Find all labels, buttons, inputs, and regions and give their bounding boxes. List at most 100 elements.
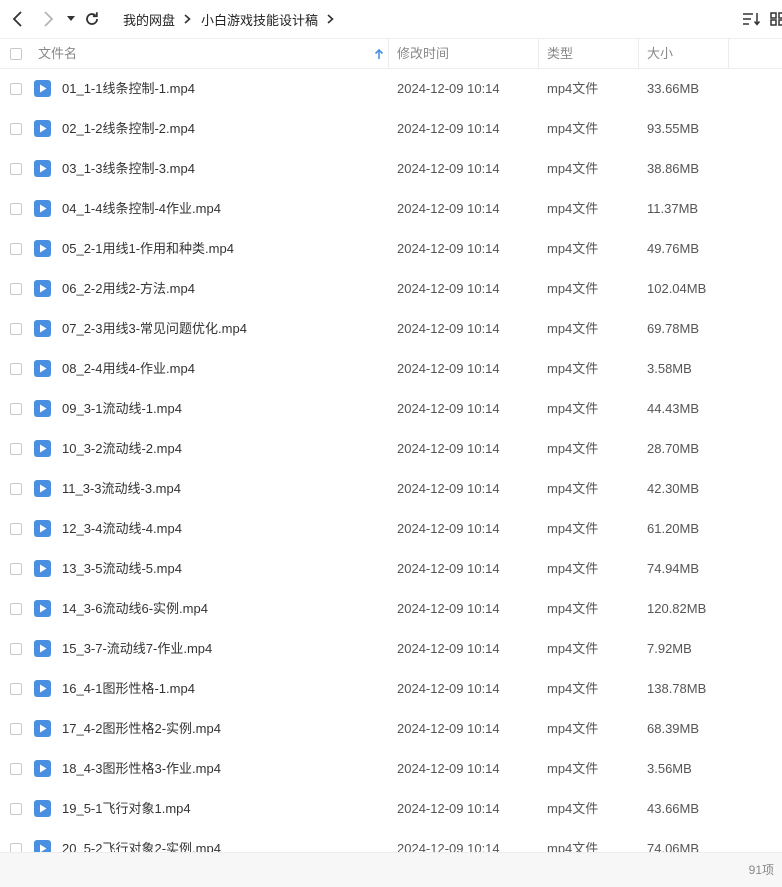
breadcrumb-item-current[interactable]: 小白游戏技能设计稿 <box>201 10 318 29</box>
history-dropdown-button[interactable] <box>64 11 78 27</box>
file-type: mp4文件 <box>547 161 599 176</box>
row-checkbox[interactable] <box>10 443 22 455</box>
video-file-icon <box>34 320 51 337</box>
column-header-type[interactable]: 类型 <box>547 39 637 68</box>
file-row[interactable]: 19_5-1飞行对象1.mp4 2024-12-09 10:14 mp4文件 43.6… <box>0 789 782 829</box>
file-modified-time: 2024-12-09 10:14 <box>397 281 500 296</box>
file-type: mp4文件 <box>547 441 599 456</box>
file-size: 3.58MB <box>647 361 692 376</box>
file-row[interactable]: 02_1-2线条控制-2.mp4 2024-12-09 10:14 mp4文件 93.… <box>0 109 782 149</box>
file-modified-time: 2024-12-09 10:14 <box>397 161 500 176</box>
file-row[interactable]: 15_3-7-流动线7-作业.mp4 2024-12-09 10:14 mp4文件 7… <box>0 629 782 669</box>
file-name[interactable]: 07_2-3用线3-常见问题优化.mp4 <box>62 309 247 349</box>
row-checkbox[interactable] <box>10 603 22 615</box>
sort-button[interactable] <box>741 10 761 28</box>
file-row[interactable]: 03_1-3线条控制-3.mp4 2024-12-09 10:14 mp4文件 38.… <box>0 149 782 189</box>
video-file-icon <box>34 600 51 617</box>
file-modified-time: 2024-12-09 10:14 <box>397 721 500 736</box>
row-checkbox[interactable] <box>10 283 22 295</box>
file-name[interactable]: 16_4-1图形性格-1.mp4 <box>62 669 195 709</box>
row-checkbox[interactable] <box>10 643 22 655</box>
row-checkbox[interactable] <box>10 243 22 255</box>
row-checkbox[interactable] <box>10 483 22 495</box>
video-file-icon <box>34 240 51 257</box>
file-row[interactable]: 18_4-3图形性格3-作业.mp4 2024-12-09 10:14 mp4文件 3… <box>0 749 782 789</box>
file-row[interactable]: 04_1-4线条控制-4作业.mp4 2024-12-09 10:14 mp4文件 1… <box>0 189 782 229</box>
file-name[interactable]: 13_3-5流动线-5.mp4 <box>62 549 182 589</box>
column-divider[interactable] <box>638 39 639 68</box>
file-name[interactable]: 20_5-2飞行对象2-实例.mp4 <box>62 829 221 852</box>
select-all-checkbox[interactable] <box>10 48 22 60</box>
view-mode-button[interactable] <box>770 10 782 28</box>
row-checkbox[interactable] <box>10 83 22 95</box>
file-name[interactable]: 10_3-2流动线-2.mp4 <box>62 429 182 469</box>
file-type: mp4文件 <box>547 641 599 656</box>
file-row[interactable]: 06_2-2用线2-方法.mp4 2024-12-09 10:14 mp4文件 102… <box>0 269 782 309</box>
file-name[interactable]: 12_3-4流动线-4.mp4 <box>62 509 182 549</box>
column-divider[interactable] <box>388 39 389 68</box>
file-name[interactable]: 06_2-2用线2-方法.mp4 <box>62 269 195 309</box>
file-name[interactable]: 03_1-3线条控制-3.mp4 <box>62 149 195 189</box>
forward-button[interactable] <box>38 9 58 29</box>
column-divider[interactable] <box>538 39 539 68</box>
video-file-icon <box>34 720 51 737</box>
back-button[interactable] <box>8 9 28 29</box>
file-size: 68.39MB <box>647 721 700 736</box>
row-checkbox[interactable] <box>10 523 22 535</box>
file-name[interactable]: 04_1-4线条控制-4作业.mp4 <box>62 189 221 229</box>
column-header-modified[interactable]: 修改时间 <box>397 39 537 68</box>
file-size: 102.04MB <box>647 281 707 296</box>
row-checkbox[interactable] <box>10 163 22 175</box>
file-row[interactable]: 14_3-6流动线6-实例.mp4 2024-12-09 10:14 mp4文件 12… <box>0 589 782 629</box>
file-row[interactable]: 05_2-1用线1-作用和种类.mp4 2024-12-09 10:14 mp4文件… <box>0 229 782 269</box>
file-row[interactable]: 01_1-1线条控制-1.mp4 2024-12-09 10:14 mp4文件 33.… <box>0 69 782 109</box>
file-name[interactable]: 02_1-2线条控制-2.mp4 <box>62 109 195 149</box>
row-checkbox[interactable] <box>10 803 22 815</box>
file-size: 28.70MB <box>647 441 700 456</box>
file-name[interactable]: 17_4-2图形性格2-实例.mp4 <box>62 709 221 749</box>
row-checkbox[interactable] <box>10 203 22 215</box>
row-checkbox[interactable] <box>10 683 22 695</box>
row-checkbox[interactable] <box>10 323 22 335</box>
video-file-icon <box>34 200 51 217</box>
row-checkbox[interactable] <box>10 123 22 135</box>
file-row[interactable]: 17_4-2图形性格2-实例.mp4 2024-12-09 10:14 mp4文件 6… <box>0 709 782 749</box>
row-checkbox[interactable] <box>10 363 22 375</box>
file-name[interactable]: 15_3-7-流动线7-作业.mp4 <box>62 629 212 669</box>
file-row[interactable]: 09_3-1流动线-1.mp4 2024-12-09 10:14 mp4文件 44.4… <box>0 389 782 429</box>
file-name[interactable]: 01_1-1线条控制-1.mp4 <box>62 69 195 109</box>
file-name[interactable]: 19_5-1飞行对象1.mp4 <box>62 789 191 829</box>
file-row[interactable]: 07_2-3用线3-常见问题优化.mp4 2024-12-09 10:14 mp4文… <box>0 309 782 349</box>
file-size: 74.94MB <box>647 561 700 576</box>
row-checkbox[interactable] <box>10 723 22 735</box>
row-checkbox[interactable] <box>10 763 22 775</box>
file-row[interactable]: 20_5-2飞行对象2-实例.mp4 2024-12-09 10:14 mp4文件 7… <box>0 829 782 852</box>
column-header-size[interactable]: 大小 <box>647 39 727 68</box>
column-divider[interactable] <box>728 39 729 68</box>
file-row[interactable]: 12_3-4流动线-4.mp4 2024-12-09 10:14 mp4文件 61.2… <box>0 509 782 549</box>
video-file-icon <box>34 840 51 852</box>
file-size: 49.76MB <box>647 241 700 256</box>
refresh-button[interactable] <box>82 9 102 29</box>
column-header-name[interactable]: 文件名 <box>38 39 388 68</box>
row-checkbox[interactable] <box>10 843 22 852</box>
file-row[interactable]: 10_3-2流动线-2.mp4 2024-12-09 10:14 mp4文件 28.7… <box>0 429 782 469</box>
file-row[interactable]: 16_4-1图形性格-1.mp4 2024-12-09 10:14 mp4文件 138… <box>0 669 782 709</box>
file-row[interactable]: 11_3-3流动线-3.mp4 2024-12-09 10:14 mp4文件 42.3… <box>0 469 782 509</box>
breadcrumb-item-root[interactable]: 我的网盘 <box>123 10 175 29</box>
row-checkbox[interactable] <box>10 403 22 415</box>
file-type: mp4文件 <box>547 401 599 416</box>
sort-ascending-icon[interactable] <box>374 48 384 59</box>
file-name[interactable]: 08_2-4用线4-作业.mp4 <box>62 349 195 389</box>
file-name[interactable]: 11_3-3流动线-3.mp4 <box>62 469 181 509</box>
video-file-icon <box>34 280 51 297</box>
file-row[interactable]: 08_2-4用线4-作业.mp4 2024-12-09 10:14 mp4文件 3.5… <box>0 349 782 389</box>
file-name[interactable]: 18_4-3图形性格3-作业.mp4 <box>62 749 221 789</box>
file-name[interactable]: 14_3-6流动线6-实例.mp4 <box>62 589 208 629</box>
row-checkbox[interactable] <box>10 563 22 575</box>
file-name[interactable]: 05_2-1用线1-作用和种类.mp4 <box>62 229 234 269</box>
video-file-icon <box>34 520 51 537</box>
file-row[interactable]: 13_3-5流动线-5.mp4 2024-12-09 10:14 mp4文件 74.9… <box>0 549 782 589</box>
file-type: mp4文件 <box>547 81 599 96</box>
file-name[interactable]: 09_3-1流动线-1.mp4 <box>62 389 182 429</box>
